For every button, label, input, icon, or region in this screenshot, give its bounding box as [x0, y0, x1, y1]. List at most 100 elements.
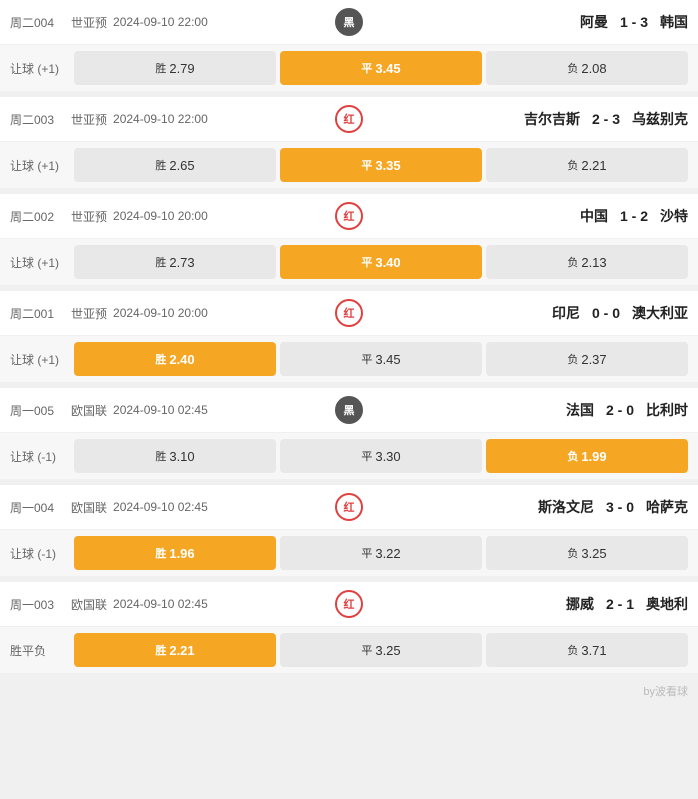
match-block-2: 周二002世亚预2024-09-10 20:00红中国1 - 2沙特让球 (+1…: [0, 194, 698, 285]
odds-type-3-2: 负: [567, 351, 578, 367]
match-block-0: 周二004世亚预2024-09-10 22:00黑阿曼1 - 3韩国让球 (+1…: [0, 0, 698, 91]
watermark: by波看球: [0, 679, 698, 703]
odds-value-5-2: 3.25: [581, 546, 606, 561]
odds-type-3-1: 平: [361, 351, 372, 367]
odds-btn-1-2[interactable]: 负2.21: [486, 148, 688, 182]
match-score-1: 2 - 3: [588, 111, 624, 127]
odds-type-3-0: 胜: [155, 351, 166, 367]
odds-value-3-0: 2.40: [169, 352, 194, 367]
odds-type-2-2: 负: [567, 254, 578, 270]
odds-value-0-0: 2.79: [169, 61, 194, 76]
match-time-3: 2024-09-10 20:00: [113, 306, 223, 320]
odds-btn-6-0[interactable]: 胜2.21: [74, 633, 276, 667]
match-header-5: 周一004欧国联2024-09-10 02:45红斯洛文尼3 - 0哈萨克: [0, 485, 698, 530]
match-id-0: 周二004: [10, 14, 65, 31]
odds-btn-1-1[interactable]: 平3.35: [280, 148, 482, 182]
odds-value-0-1: 3.45: [375, 61, 400, 76]
odds-label-1: 让球 (+1): [10, 157, 70, 174]
home-team-0: 阿曼: [580, 12, 608, 32]
odds-value-2-0: 2.73: [169, 255, 194, 270]
match-league-3: 世亚预: [71, 305, 107, 322]
match-id-4: 周一005: [10, 402, 65, 419]
match-header-4: 周一005欧国联2024-09-10 02:45黑法国2 - 0比利时: [0, 388, 698, 433]
match-score-3: 0 - 0: [588, 305, 624, 321]
match-id-5: 周一004: [10, 499, 65, 516]
odds-row-2: 让球 (+1)胜2.73平3.40负2.13: [0, 239, 698, 285]
main-container: 周二004 世亚预 2024-09-10 22:00 黑 阿曼 1 - 3 韩国让球 (+1…: [0, 0, 698, 703]
match-header-6: 周一003欧国联2024-09-10 02:45红挪威2 - 1奥地利: [0, 582, 698, 627]
match-badge-4: 黑: [335, 396, 363, 424]
odds-btn-3-1[interactable]: 平3.45: [280, 342, 482, 376]
match-badge-2: 红: [335, 202, 363, 230]
odds-type-4-1: 平: [361, 448, 372, 464]
odds-btn-3-0[interactable]: 胜2.40: [74, 342, 276, 376]
away-team-2: 沙特: [660, 206, 688, 226]
odds-btn-6-1[interactable]: 平3.25: [280, 633, 482, 667]
odds-type-0-2: 负: [567, 60, 578, 76]
odds-type-6-2: 负: [567, 642, 578, 658]
odds-value-4-0: 3.10: [169, 449, 194, 464]
odds-btn-4-1[interactable]: 平3.30: [280, 439, 482, 473]
odds-btn-0-0[interactable]: 胜2.79: [74, 51, 276, 85]
odds-label-4: 让球 (-1): [10, 448, 70, 465]
match-score-2: 1 - 2: [616, 208, 652, 224]
match-score-0: 1 - 3: [616, 14, 652, 30]
odds-btn-6-2[interactable]: 负3.71: [486, 633, 688, 667]
odds-value-1-1: 3.35: [375, 158, 400, 173]
match-id-6: 周一003: [10, 596, 65, 613]
odds-row-3: 让球 (+1)胜2.40平3.45负2.37: [0, 336, 698, 382]
odds-row-5: 让球 (-1)胜1.96平3.22负3.25: [0, 530, 698, 576]
odds-btn-0-2[interactable]: 负2.08: [486, 51, 688, 85]
match-id-1: 周二003: [10, 111, 65, 128]
match-time-4: 2024-09-10 02:45: [113, 403, 223, 417]
odds-value-3-2: 2.37: [581, 352, 606, 367]
away-team-6: 奥地利: [646, 594, 688, 614]
odds-type-1-1: 平: [361, 157, 372, 173]
odds-value-4-1: 3.30: [375, 449, 400, 464]
match-header-2: 周二002世亚预2024-09-10 20:00红中国1 - 2沙特: [0, 194, 698, 239]
match-badge-6: 红: [335, 590, 363, 618]
odds-type-5-1: 平: [361, 545, 372, 561]
odds-type-5-0: 胜: [155, 545, 166, 561]
odds-btn-2-2[interactable]: 负2.13: [486, 245, 688, 279]
away-team-4: 比利时: [646, 400, 688, 420]
match-league-2: 世亚预: [71, 208, 107, 225]
odds-row-0: 让球 (+1)胜2.79平3.45负2.08: [0, 45, 698, 91]
match-league-5: 欧国联: [71, 499, 107, 516]
odds-label-3: 让球 (+1): [10, 351, 70, 368]
odds-btn-3-2[interactable]: 负2.37: [486, 342, 688, 376]
odds-value-6-1: 3.25: [375, 643, 400, 658]
odds-value-4-2: 1.99: [581, 449, 606, 464]
away-team-5: 哈萨克: [646, 497, 688, 517]
odds-btn-5-1[interactable]: 平3.22: [280, 536, 482, 570]
match-id-3: 周二001: [10, 305, 65, 322]
odds-value-6-2: 3.71: [581, 643, 606, 658]
home-team-4: 法国: [566, 400, 594, 420]
odds-btn-1-0[interactable]: 胜2.65: [74, 148, 276, 182]
match-block-3: 周二001世亚预2024-09-10 20:00红印尼0 - 0澳大利亚让球 (…: [0, 291, 698, 382]
home-team-3: 印尼: [552, 303, 580, 323]
odds-type-2-0: 胜: [155, 254, 166, 270]
home-team-6: 挪威: [566, 594, 594, 614]
odds-value-6-0: 2.21: [169, 643, 194, 658]
odds-label-5: 让球 (-1): [10, 545, 70, 562]
match-league-6: 欧国联: [71, 596, 107, 613]
odds-value-2-1: 3.40: [375, 255, 400, 270]
odds-btn-5-0[interactable]: 胜1.96: [74, 536, 276, 570]
odds-btn-4-2[interactable]: 负1.99: [486, 439, 688, 473]
odds-btn-2-0[interactable]: 胜2.73: [74, 245, 276, 279]
match-time-0: 2024-09-10 22:00: [113, 15, 223, 29]
odds-type-1-0: 胜: [155, 157, 166, 173]
odds-value-3-1: 3.45: [375, 352, 400, 367]
match-score-5: 3 - 0: [602, 499, 638, 515]
odds-type-0-1: 平: [361, 60, 372, 76]
odds-btn-2-1[interactable]: 平3.40: [280, 245, 482, 279]
match-league-1: 世亚预: [71, 111, 107, 128]
odds-btn-0-1[interactable]: 平3.45: [280, 51, 482, 85]
match-header-1: 周二003世亚预2024-09-10 22:00红吉尔吉斯2 - 3乌兹别克: [0, 97, 698, 142]
away-team-0: 韩国: [660, 12, 688, 32]
odds-btn-5-2[interactable]: 负3.25: [486, 536, 688, 570]
odds-row-6: 胜平负胜2.21平3.25负3.71: [0, 627, 698, 673]
odds-value-5-1: 3.22: [375, 546, 400, 561]
odds-btn-4-0[interactable]: 胜3.10: [74, 439, 276, 473]
